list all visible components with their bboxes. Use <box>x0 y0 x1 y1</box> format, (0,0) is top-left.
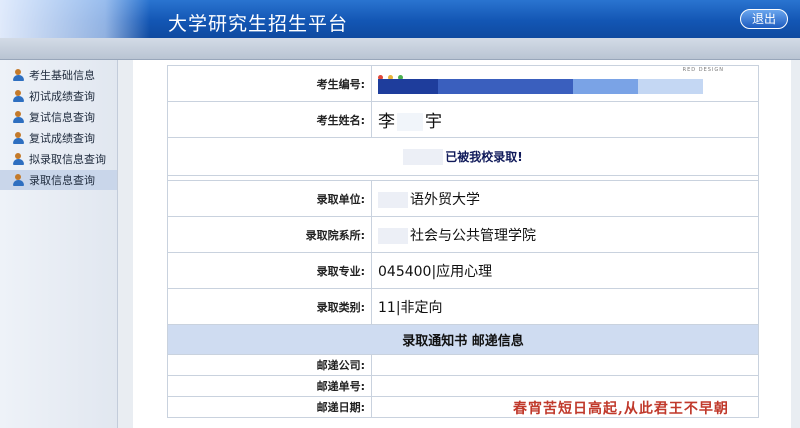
name-value: 李宇 <box>371 101 759 138</box>
unit-label: 录取单位: <box>167 180 372 217</box>
user-icon <box>12 131 25 145</box>
name-label: 考生姓名: <box>167 101 372 138</box>
admission-message: 已被我校录取! <box>167 137 759 176</box>
exam-no-value: RED DESIGN <box>371 65 759 102</box>
app-header: 大学研究生招生平台 退出 <box>0 0 800 38</box>
table-row: 考生编号: RED DESIGN <box>167 65 759 102</box>
mail-date-label: 邮递日期: <box>167 396 372 418</box>
table-row: 已被我校录取! <box>167 137 759 176</box>
sidebar-item-label: 初试成绩查询 <box>29 90 95 103</box>
table-row: 录取专业: 045400|应用心理 <box>167 252 759 289</box>
admission-info-table: 考生编号: RED DESIGN 考生姓名: 李宇 已被我校录取! 录取单位: <box>167 65 759 418</box>
toolbar-strip <box>0 38 800 60</box>
table-row: 邮递单号: <box>167 375 759 397</box>
sidebar-item-label: 复试成绩查询 <box>29 132 95 145</box>
sidebar-item-label: 录取信息查询 <box>29 174 95 187</box>
mail-section-title: 录取通知书 邮递信息 <box>167 324 759 355</box>
type-label: 录取类别: <box>167 288 372 325</box>
user-icon <box>12 173 25 187</box>
sidebar-item-retest-info[interactable]: 复试信息查询 <box>0 107 117 127</box>
sidebar: 考生基础信息 初试成绩查询 复试信息查询 复试成绩查询 拟录取信息查询 录取信息… <box>0 60 118 428</box>
dept-value: 社会与公共管理学院 <box>371 216 759 253</box>
table-row: 考生姓名: 李宇 <box>167 101 759 138</box>
major-label: 录取专业: <box>167 252 372 289</box>
mail-tracking-label: 邮递单号: <box>167 375 372 397</box>
sidebar-item-label: 考生基础信息 <box>29 69 95 82</box>
sidebar-item-initial-scores[interactable]: 初试成绩查询 <box>0 86 117 106</box>
dept-label: 录取院系所: <box>167 216 372 253</box>
mail-company-value <box>371 354 759 376</box>
sidebar-item-admission-info[interactable]: 录取信息查询 <box>0 170 117 190</box>
table-row: 录取单位: 语外贸大学 <box>167 180 759 217</box>
header-logo-area <box>0 0 150 38</box>
mail-tracking-value <box>371 375 759 397</box>
table-row: 录取院系所: 社会与公共管理学院 <box>167 216 759 253</box>
user-icon <box>12 89 25 103</box>
sidebar-item-pre-admission[interactable]: 拟录取信息查询 <box>0 149 117 169</box>
unit-value: 语外贸大学 <box>371 180 759 217</box>
logout-button[interactable]: 退出 <box>740 9 788 29</box>
type-value: 11|非定向 <box>371 288 759 325</box>
user-icon <box>12 152 25 166</box>
table-row: 录取类别: 11|非定向 <box>167 288 759 325</box>
sidebar-item-retest-scores[interactable]: 复试成绩查询 <box>0 128 117 148</box>
user-icon <box>12 110 25 124</box>
overlay-caption: 春宵苦短日高起,从此君王不早朝 <box>513 401 729 417</box>
major-value: 045400|应用心理 <box>371 252 759 289</box>
table-row: 邮递公司: <box>167 354 759 376</box>
table-row: 录取通知书 邮递信息 <box>167 324 759 355</box>
page-title: 大学研究生招生平台 <box>168 13 349 35</box>
sidebar-item-basic-info[interactable]: 考生基础信息 <box>0 65 117 85</box>
exam-no-label: 考生编号: <box>167 65 372 102</box>
exam-no-banner-image: RED DESIGN <box>378 67 758 97</box>
sidebar-item-label: 拟录取信息查询 <box>29 153 106 166</box>
user-icon <box>12 68 25 82</box>
main-panel: 考生编号: RED DESIGN 考生姓名: 李宇 已被我校录取! 录取单位: <box>133 60 791 428</box>
sidebar-item-label: 复试信息查询 <box>29 111 95 124</box>
mail-company-label: 邮递公司: <box>167 354 372 376</box>
banner-caption: RED DESIGN <box>682 66 724 73</box>
